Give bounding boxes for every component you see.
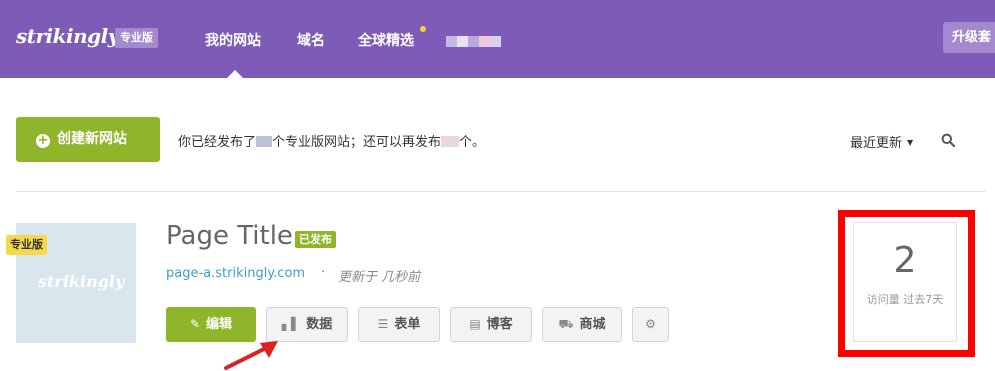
strikingly-logo[interactable]: strikingly bbox=[16, 24, 119, 48]
redacted-count bbox=[441, 136, 460, 147]
store-label: 商城 bbox=[579, 317, 606, 332]
edit-button[interactable]: ✎ 编辑 bbox=[166, 307, 256, 342]
search-icon[interactable] bbox=[941, 133, 955, 147]
publish-info-prefix: 你已经发布了 bbox=[178, 135, 257, 150]
redacted-count bbox=[256, 136, 273, 147]
publish-info-suffix: 个。 bbox=[459, 135, 486, 150]
sort-dropdown[interactable]: 最近更新 ▼ bbox=[850, 132, 913, 151]
analytics-label: 数据 bbox=[306, 317, 333, 332]
published-badge: 已发布 bbox=[295, 231, 336, 248]
last-updated-text: 更新于 几秒前 bbox=[338, 270, 421, 285]
analytics-button[interactable]: ▖▌ 数据 bbox=[266, 307, 348, 342]
caret-down-icon: ▼ bbox=[907, 138, 914, 147]
annotation-arrow-icon bbox=[224, 341, 278, 370]
list-icon: ☰ bbox=[377, 317, 389, 331]
forms-button[interactable]: ☰ 表单 bbox=[358, 307, 440, 342]
redacted-nav-item[interactable] bbox=[446, 36, 501, 47]
thumbnail-logo: strikingly bbox=[38, 272, 125, 291]
nav-my-sites[interactable]: 我的网站 bbox=[205, 30, 261, 50]
plus-icon: + bbox=[36, 133, 50, 148]
forms-label: 表单 bbox=[394, 317, 421, 332]
create-site-button[interactable]: + 创建新网站 bbox=[16, 117, 160, 162]
pencil-icon: ✎ bbox=[189, 317, 201, 331]
pro-site-badge: 专业版 bbox=[6, 235, 47, 255]
bar-chart-icon: ▖▌ bbox=[281, 317, 301, 331]
gear-icon: ⚙ bbox=[645, 317, 656, 331]
create-site-label: 创建新网站 bbox=[57, 131, 127, 147]
notification-dot bbox=[420, 26, 426, 32]
blog-button[interactable]: ▤ 博客 bbox=[450, 307, 532, 342]
nav-global-picks[interactable]: 全球精选 bbox=[358, 30, 414, 50]
nav-domains[interactable]: 域名 bbox=[297, 30, 325, 50]
site-title[interactable]: Page Title bbox=[166, 221, 293, 251]
publish-info: 你已经发布了 个专业版网站；还可以再发布 个。 bbox=[178, 131, 485, 150]
upgrade-button[interactable]: 升级套 bbox=[943, 22, 995, 53]
blog-label: 博客 bbox=[486, 317, 513, 332]
active-nav-indicator bbox=[227, 70, 243, 78]
sort-label: 最近更新 bbox=[850, 136, 903, 151]
separator-dot: · bbox=[321, 265, 326, 280]
settings-button[interactable]: ⚙ bbox=[632, 307, 669, 342]
cart-icon: ⛟ bbox=[558, 317, 574, 331]
publish-info-middle: 个专业版网站；还可以再发布 bbox=[272, 135, 442, 150]
edit-label: 编辑 bbox=[206, 317, 233, 332]
store-button[interactable]: ⛟ 商城 bbox=[542, 307, 622, 342]
divider bbox=[16, 191, 986, 192]
plan-badge: 专业版 bbox=[115, 28, 158, 48]
book-icon: ▤ bbox=[469, 317, 481, 331]
annotation-highlight-box bbox=[838, 210, 975, 357]
site-url-link[interactable]: page-a.strikingly.com bbox=[166, 266, 305, 281]
